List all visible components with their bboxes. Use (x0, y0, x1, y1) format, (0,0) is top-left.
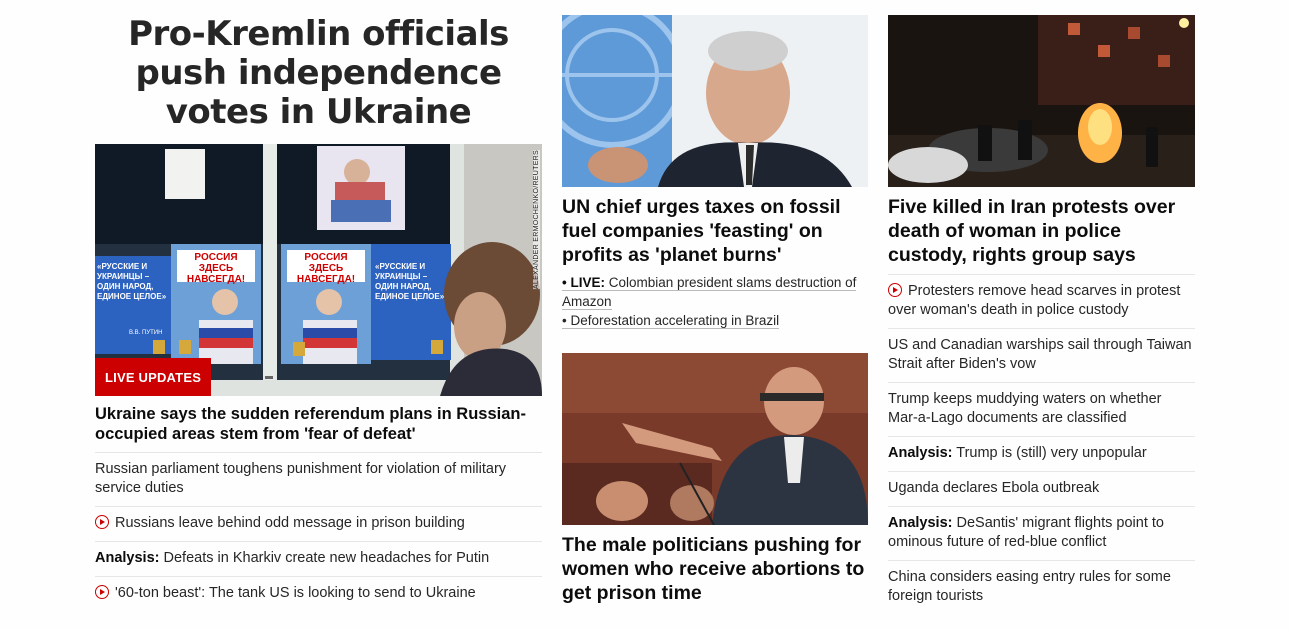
list-item[interactable]: Analysis: DeSantis' migrant flights poin… (888, 507, 1195, 561)
lead-story-title[interactable]: Ukraine says the sudden referendum plans… (95, 396, 542, 453)
un-chief-sublinks: • LIVE: Colombian president slams destru… (562, 273, 868, 330)
analysis-label: Analysis: (888, 445, 953, 461)
list-item[interactable]: Trump keeps muddying waters on whether M… (888, 383, 1195, 437)
video-play-icon (95, 585, 109, 599)
link-text[interactable]: China considers easing entry rules for s… (888, 569, 1171, 604)
video-play-icon (95, 515, 109, 529)
link-text[interactable]: US and Canadian warships sail through Ta… (888, 337, 1192, 372)
poster-slogan-left: «РУССКИЕ И УКРАИНЦЫ – ОДИН НАРОД, ЕДИНОЕ… (97, 262, 167, 301)
list-item[interactable]: Uganda declares Ebola outbreak (888, 472, 1195, 507)
politician-photo (562, 353, 868, 525)
list-item[interactable]: '60-ton beast': The tank US is looking t… (95, 577, 542, 611)
list-item[interactable]: Analysis: Defeats in Kharkiv create new … (95, 542, 542, 577)
analysis-label: Analysis: (95, 550, 160, 566)
main-headline[interactable]: Pro-Kremlin officials push independence … (95, 15, 542, 132)
main-story-column: Pro-Kremlin officials push independence … (95, 0, 542, 611)
iran-protest-title[interactable]: Five killed in Iran protests over death … (888, 195, 1195, 275)
iran-protest-image[interactable] (888, 15, 1195, 187)
list-item[interactable]: Analysis: Trump is (still) very unpopula… (888, 437, 1195, 472)
link-text[interactable]: Russian parliament toughens punishment f… (95, 461, 506, 496)
list-item[interactable]: Russian parliament toughens punishment f… (95, 453, 542, 507)
list-item[interactable]: • Deforestation accelerating in Brazil (562, 311, 868, 330)
list-item[interactable]: • LIVE: Colombian president slams destru… (562, 273, 868, 311)
link-text[interactable]: Uganda declares Ebola outbreak (888, 480, 1099, 496)
un-chief-image[interactable] (562, 15, 868, 187)
link-text[interactable]: '60-ton beast': The tank US is looking t… (115, 585, 476, 601)
right-column-links: Protesters remove head scarves in protes… (888, 275, 1195, 614)
un-chief-title[interactable]: UN chief urges taxes on fossil fuel comp… (562, 195, 868, 267)
live-label: • LIVE: (562, 275, 605, 290)
link-text[interactable]: Deforestation accelerating in Brazil (567, 313, 779, 328)
link-text[interactable]: Colombian president slams destruction of… (562, 275, 856, 309)
list-item[interactable]: Protesters remove head scarves in protes… (888, 275, 1195, 329)
poster-headline-1: РОССИЯ ЗДЕСЬ НАВСЕГДА! (186, 252, 246, 285)
poster-headline-2: РОССИЯ ЗДЕСЬ НАВСЕГДА! (296, 252, 356, 285)
link-text[interactable]: Russians leave behind odd message in pri… (115, 515, 465, 531)
main-story-image[interactable]: «РУССКИЕ И УКРАИНЦЫ – ОДИН НАРОД, ЕДИНОЕ… (95, 144, 542, 396)
list-item[interactable]: China considers easing entry rules for s… (888, 561, 1195, 614)
list-item[interactable]: Russians leave behind odd message in pri… (95, 507, 542, 542)
un-chief-photo (562, 15, 868, 187)
poster-slogan-right: «РУССКИЕ И УКРАИНЦЫ – ОДИН НАРОД, ЕДИНОЕ… (375, 262, 445, 301)
politician-image[interactable] (562, 353, 868, 525)
link-text[interactable]: Trump keeps muddying waters on whether M… (888, 391, 1161, 426)
link-text[interactable]: Defeats in Kharkiv create new headaches … (159, 550, 490, 566)
right-column: Five killed in Iran protests over death … (888, 0, 1195, 614)
main-story-links: Russian parliament toughens punishment f… (95, 453, 542, 611)
analysis-label: Analysis: (888, 515, 953, 531)
link-text[interactable]: Protesters remove head scarves in protes… (888, 283, 1180, 318)
politician-title[interactable]: The male politicians pushing for women w… (562, 533, 868, 605)
iran-protest-photo (888, 15, 1195, 187)
list-item[interactable]: US and Canadian warships sail through Ta… (888, 329, 1195, 383)
middle-column: UN chief urges taxes on fossil fuel comp… (562, 0, 868, 605)
poster-signature: В.В. ПУТИН (129, 330, 163, 336)
link-text[interactable]: Trump is (still) very unpopular (952, 445, 1146, 461)
image-credit: ALEXANDER ERMOCHENKO/REUTERS (533, 150, 540, 290)
live-updates-badge[interactable]: LIVE UPDATES (95, 358, 212, 396)
video-play-icon (888, 283, 902, 297)
